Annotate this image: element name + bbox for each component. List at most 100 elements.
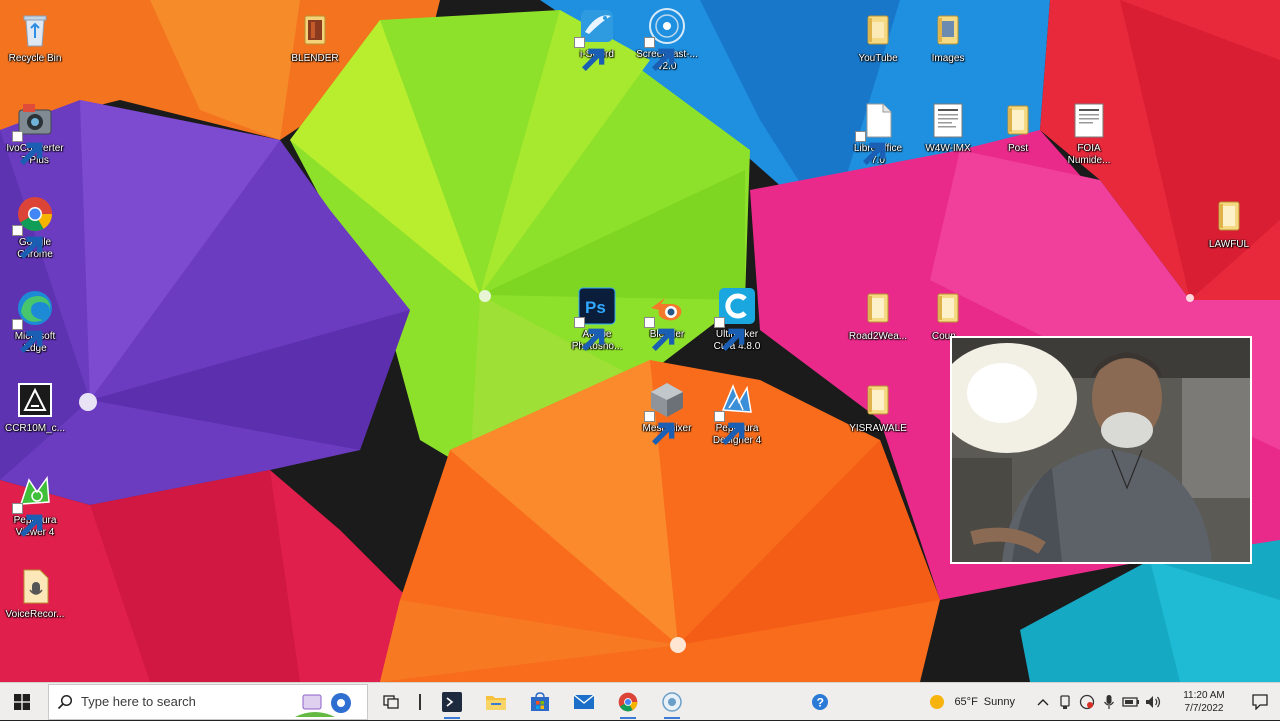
task-view-icon bbox=[383, 694, 399, 709]
folder-icon bbox=[937, 15, 959, 45]
desktop-icon-yisrawale[interactable]: YISRAWALE bbox=[840, 378, 916, 464]
icon-label: Post bbox=[1007, 143, 1028, 154]
desktop-icon-iswordfish[interactable]: i-Sword bbox=[559, 4, 635, 90]
folder-icon bbox=[1007, 105, 1029, 135]
desktop-icon-lawful-folder[interactable]: LAWFUL bbox=[1191, 194, 1267, 280]
desktop-icon-libreoffice[interactable]: LibreOffice 7.0 bbox=[840, 98, 916, 184]
taskbar-app-file-explorer[interactable] bbox=[474, 683, 518, 721]
document-icon bbox=[933, 103, 963, 138]
tray-icon-network[interactable] bbox=[1120, 683, 1142, 721]
ccr-app-icon bbox=[18, 383, 52, 417]
desktop-icon-pepakura-designer[interactable]: Pepakura Designer 4 bbox=[699, 378, 775, 464]
desktop-icon-chrome[interactable]: Google Chrome bbox=[0, 192, 73, 278]
desktop-icon-voicerecorder[interactable]: VoiceRecor... bbox=[0, 564, 73, 650]
tray-icon-usb[interactable] bbox=[1054, 683, 1076, 721]
search-input[interactable] bbox=[79, 693, 283, 710]
icon-label: YouTube bbox=[858, 53, 898, 64]
desktop-icon-youtube-folder[interactable]: YouTube bbox=[840, 8, 916, 94]
weather-description: Sunny bbox=[983, 695, 1015, 708]
tray-icon-volume[interactable] bbox=[1142, 683, 1164, 721]
weather-widget[interactable]: 65°F Sunny bbox=[928, 683, 1018, 721]
help-icon: ? bbox=[812, 693, 829, 710]
folder-icon bbox=[867, 385, 889, 415]
microphone-icon bbox=[1104, 694, 1114, 709]
desktop-icon-edge[interactable]: Microsoft Edge bbox=[0, 286, 73, 372]
mail-icon bbox=[573, 693, 595, 709]
task-view-button[interactable] bbox=[374, 683, 410, 721]
taskbar-app-powershell[interactable] bbox=[430, 683, 474, 721]
desktop-icon-foia[interactable]: FOIA Numide... bbox=[1051, 98, 1127, 184]
desktop-icon-folder-road[interactable]: Road2Wea... bbox=[840, 286, 916, 372]
chrome-icon bbox=[618, 692, 638, 711]
shortcut-arrow-icon bbox=[644, 317, 675, 351]
store-icon bbox=[531, 691, 549, 711]
shortcut-arrow-icon bbox=[12, 503, 43, 537]
desktop-icon-post-folder[interactable]: Post bbox=[980, 98, 1056, 184]
desktop-icon-pepakura-viewer[interactable]: Pepakura Viewer 4 bbox=[0, 470, 73, 556]
shortcut-arrow-icon bbox=[644, 411, 675, 445]
show-hidden-icons-button[interactable] bbox=[1032, 683, 1054, 721]
clock-time: 11:20 AM bbox=[1183, 689, 1225, 701]
system-clock[interactable]: 11:20 AM 7/7/2022 bbox=[1168, 689, 1240, 715]
icon-label: W4W-IMX bbox=[925, 143, 971, 154]
icon-label: FOIA Numide... bbox=[1067, 143, 1111, 166]
taskbar-app-mail[interactable] bbox=[562, 683, 606, 721]
icon-label: CCR10M_c... bbox=[4, 423, 65, 434]
desktop[interactable]: Recycle Bin BLENDER i-Sword Screencast-.… bbox=[0, 0, 1280, 682]
shortcut-arrow-icon bbox=[12, 131, 43, 165]
desktop-icon-ccr[interactable]: CCR10M_c... bbox=[0, 378, 73, 464]
start-button[interactable] bbox=[0, 683, 44, 721]
taskbar-app-chrome[interactable] bbox=[606, 683, 650, 721]
folder-icon bbox=[867, 293, 889, 323]
taskbar-help-button[interactable]: ? bbox=[800, 683, 840, 721]
desktop-icon-blender-app[interactable]: Blender bbox=[629, 284, 705, 370]
shortcut-arrow-icon bbox=[12, 319, 43, 353]
chevron-up-icon bbox=[1037, 698, 1049, 705]
folder-icon bbox=[304, 15, 326, 45]
shortcut-arrow-icon bbox=[574, 317, 605, 351]
taskbar-app-screencast[interactable] bbox=[650, 683, 694, 721]
desktop-icon-recycle-bin[interactable]: Recycle Bin bbox=[0, 8, 73, 94]
taskbar-search[interactable] bbox=[48, 683, 368, 720]
desktop-icon-meshmixer[interactable]: Meshmixer bbox=[629, 378, 705, 464]
desktop-icon-ivoconverter[interactable]: IvoConverter 7 Plus bbox=[0, 98, 73, 184]
webcam-overlay bbox=[950, 336, 1252, 564]
antivirus-icon bbox=[1079, 694, 1095, 709]
desktop-icon-screencast[interactable]: Screencast-... v2.0 bbox=[629, 4, 705, 90]
icon-label: VoiceRecor... bbox=[5, 609, 65, 620]
audio-file-icon bbox=[23, 569, 49, 604]
tray-icon-antivirus[interactable] bbox=[1076, 683, 1098, 721]
desktop-icon-wpimx[interactable]: W4W-IMX bbox=[910, 98, 986, 184]
desktop-icon-cura[interactable]: Ultimaker Cura 4.8.0 bbox=[699, 284, 775, 370]
icon-label: BLENDER bbox=[291, 53, 339, 64]
icon-label: Road2Wea... bbox=[848, 331, 908, 342]
volume-icon bbox=[1146, 695, 1161, 708]
taskbar-app-store[interactable] bbox=[518, 683, 562, 721]
desktop-icon-images-folder[interactable]: Images bbox=[910, 8, 986, 94]
shortcut-arrow-icon bbox=[714, 317, 745, 351]
document-icon bbox=[1074, 103, 1104, 138]
search-icon bbox=[57, 694, 73, 709]
icon-label: Images bbox=[931, 53, 965, 64]
tray-icon-microphone[interactable] bbox=[1098, 683, 1120, 721]
svg-text:Ps: Ps bbox=[585, 298, 606, 317]
notification-center-button[interactable] bbox=[1240, 683, 1280, 721]
notification-icon bbox=[1252, 693, 1268, 710]
sun-icon bbox=[930, 694, 945, 709]
file-explorer-icon bbox=[486, 695, 506, 710]
windows-logo-icon bbox=[14, 693, 30, 710]
powershell-icon bbox=[442, 691, 462, 712]
taskbar: ? 65°F Sunny 11:20 AM 7/7/2022 bbox=[0, 682, 1280, 720]
folder-icon bbox=[1218, 201, 1240, 231]
icon-label: YISRAWALE bbox=[849, 423, 907, 434]
recycle-bin-icon bbox=[23, 15, 47, 47]
folder-icon bbox=[937, 293, 959, 323]
screencast-app-icon bbox=[662, 691, 682, 712]
shortcut-arrow-icon bbox=[644, 37, 675, 71]
desktop-icon-blender-folder[interactable]: BLENDER bbox=[277, 8, 353, 94]
desktop-icon-photoshop[interactable]: Ps Adobe Photosho... bbox=[559, 284, 635, 370]
shortcut-arrow-icon bbox=[12, 225, 43, 259]
system-tray bbox=[1032, 683, 1164, 721]
weather-temperature: 65°F bbox=[954, 695, 978, 708]
svg-text:?: ? bbox=[817, 695, 824, 709]
